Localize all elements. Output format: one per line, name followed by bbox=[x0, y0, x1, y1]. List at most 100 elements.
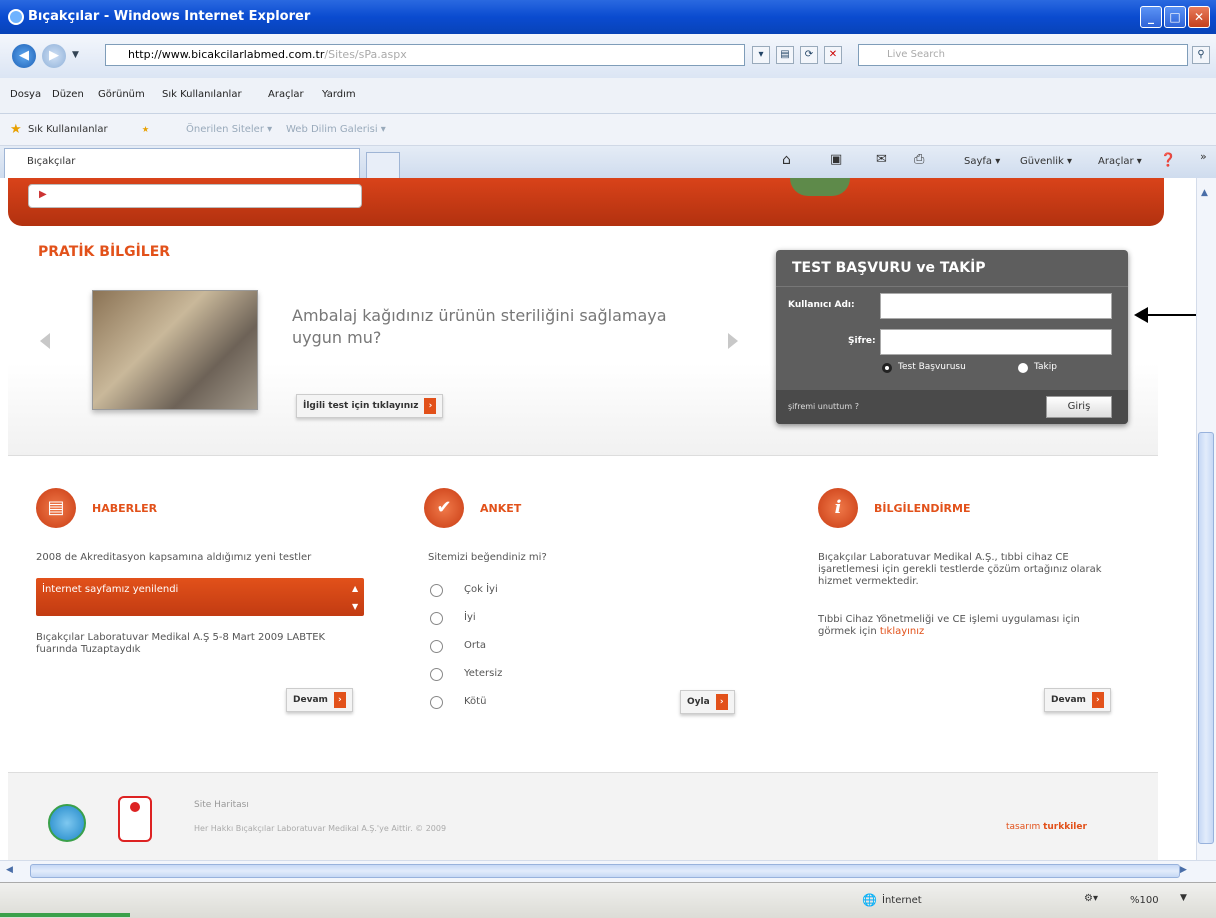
url-rest: /Sites/sPa.aspx bbox=[324, 48, 407, 61]
tools-menu[interactable]: Araçlar ▾ bbox=[1098, 156, 1142, 167]
title-bar: Bıçakçılar - Windows Internet Explorer _… bbox=[0, 0, 1216, 34]
help-icon[interactable]: ❓ bbox=[1160, 153, 1176, 168]
home-icon[interactable]: ⌂ bbox=[782, 152, 791, 168]
scroll-right-arrow-icon[interactable]: ▶ bbox=[1180, 865, 1187, 875]
chevron-more-icon[interactable]: » bbox=[1200, 150, 1207, 163]
menu-dosya[interactable]: Dosya bbox=[10, 89, 41, 100]
play-icon[interactable]: ▶ bbox=[39, 189, 47, 200]
zoom-level[interactable]: %100 bbox=[1130, 895, 1159, 906]
radio-orta[interactable] bbox=[430, 640, 443, 653]
tab-bicakcilar[interactable]: Bıçakçılar bbox=[4, 148, 360, 178]
username-input[interactable] bbox=[880, 293, 1112, 319]
radio-test-basvurusu[interactable] bbox=[882, 363, 892, 373]
window-title: Bıçakçılar - Windows Internet Explorer bbox=[28, 9, 311, 24]
feeds-icon[interactable]: ▣ bbox=[830, 152, 842, 167]
password-input[interactable] bbox=[880, 329, 1112, 355]
page-menu[interactable]: Sayfa ▾ bbox=[964, 156, 1000, 167]
bilgi-title: BİLGİLENDİRME bbox=[874, 502, 971, 515]
devam-label: Devam bbox=[1051, 695, 1086, 705]
stop-icon[interactable]: ✕ bbox=[824, 46, 842, 64]
menu-araclar[interactable]: Araçlar bbox=[268, 89, 304, 100]
address-input[interactable]: http://www.bicakcilarlabmed.com.tr/Sites… bbox=[105, 44, 745, 66]
pratik-text: Ambalaj kağıdınız ürünün steriliğini sağ… bbox=[292, 306, 667, 347]
scroll-up-arrow-icon[interactable]: ▲ bbox=[1201, 188, 1208, 198]
brand-a: tasarım bbox=[1006, 822, 1041, 832]
oyla-button[interactable]: Oyla › bbox=[680, 690, 735, 714]
scroll-up-icon[interactable]: ▲ bbox=[352, 584, 358, 593]
haberler-title: HABERLER bbox=[92, 502, 158, 515]
new-tab-button[interactable] bbox=[366, 152, 400, 178]
related-test-button[interactable]: İlgili test için tıklayınız › bbox=[296, 394, 444, 418]
security-menu[interactable]: Güvenlik ▾ bbox=[1020, 156, 1072, 167]
login-title: TEST BAŞVURU ve TAKİP bbox=[792, 260, 986, 276]
mail-icon[interactable]: ✉ bbox=[876, 152, 887, 167]
print-icon[interactable]: ⎙ bbox=[914, 152, 924, 167]
divider bbox=[776, 286, 1128, 287]
star-icon: ★ bbox=[10, 122, 22, 137]
haberler-highlight-box[interactable]: İnternet sayfamız yenilendi ▲ ▼ bbox=[36, 578, 364, 616]
haberler-devam-button[interactable]: Devam › bbox=[286, 688, 353, 712]
info-photo bbox=[92, 290, 258, 410]
bilgi-link[interactable]: tıklayınız bbox=[880, 626, 924, 637]
radio-takip-label: Takip bbox=[1034, 362, 1057, 372]
radio-iyi[interactable] bbox=[430, 612, 443, 625]
search-input[interactable]: Live Search bbox=[858, 44, 1188, 66]
menu-gorunum[interactable]: Görünüm bbox=[98, 89, 145, 100]
compat-view-icon[interactable]: ▤ bbox=[776, 46, 794, 64]
menu-bar: Dosya Düzen Görünüm Sık Kullanılanlar Ar… bbox=[0, 78, 1216, 114]
oyla-label: Oyla bbox=[687, 697, 710, 707]
globe-icon bbox=[48, 804, 86, 842]
radio-yetersiz[interactable] bbox=[430, 668, 443, 681]
forward-button[interactable]: ▶ bbox=[42, 44, 66, 68]
maximize-button[interactable]: □ bbox=[1164, 6, 1186, 28]
option-cok-iyi: Çok İyi bbox=[464, 584, 498, 595]
next-arrow-icon[interactable] bbox=[728, 333, 738, 349]
address-dropdown-icon[interactable]: ▾ bbox=[752, 46, 770, 64]
menu-duzen[interactable]: Düzen bbox=[52, 89, 84, 100]
bilgi-p1: Bıçakçılar Laboratuvar Medikal A.Ş., tıb… bbox=[818, 552, 1102, 587]
scroll-left-arrow-icon[interactable]: ◀ bbox=[6, 865, 13, 875]
globe-zone-icon: 🌐 bbox=[862, 893, 877, 907]
history-dropdown-icon[interactable]: ▼ bbox=[72, 50, 79, 60]
radio-takip[interactable] bbox=[1018, 363, 1028, 373]
forgot-password-link[interactable]: şifremi unuttum ? bbox=[788, 402, 859, 411]
vertical-scroll-thumb[interactable] bbox=[1198, 432, 1214, 844]
refresh-icon[interactable]: ⟳ bbox=[800, 46, 818, 64]
media-slider[interactable]: ▶ bbox=[28, 184, 362, 208]
search-icon[interactable]: ⚲ bbox=[1192, 46, 1210, 64]
menu-yardim[interactable]: Yardım bbox=[322, 89, 356, 100]
radio-cok-iyi[interactable] bbox=[430, 584, 443, 597]
minimize-button[interactable]: _ bbox=[1140, 6, 1162, 28]
scroll-down-icon[interactable]: ▼ bbox=[352, 602, 358, 611]
close-button[interactable]: ✕ bbox=[1188, 6, 1210, 28]
logo-fragment bbox=[790, 178, 850, 196]
login-submit-button[interactable]: Giriş bbox=[1046, 396, 1112, 418]
bilgi-devam-button[interactable]: Devam › bbox=[1044, 688, 1111, 712]
suggested-sites-link[interactable]: Önerilen Siteler ▾ bbox=[186, 124, 272, 135]
prev-arrow-icon[interactable] bbox=[40, 333, 50, 349]
sitemap-link[interactable]: Site Haritası bbox=[194, 800, 249, 810]
bilgi-p2: Tıbbi Cihaz Yönetmeliği ve CE işlemi uyg… bbox=[818, 614, 1118, 638]
url-main: http://www.bicakcilarlabmed.com.tr bbox=[128, 48, 325, 61]
arrow-icon: › bbox=[715, 693, 728, 710]
protected-mode-icon[interactable]: ⚙▾ bbox=[1084, 893, 1098, 904]
zoom-dropdown-icon[interactable]: ▼ bbox=[1180, 893, 1187, 903]
add-favorite-icon[interactable]: ⭑ bbox=[142, 122, 149, 137]
related-test-label: İlgili test için tıklayınız bbox=[303, 401, 419, 411]
menu-sik-kullanilanlar[interactable]: Sık Kullanılanlar bbox=[162, 89, 242, 100]
web-slice-gallery-link[interactable]: Web Dilim Galerisi ▾ bbox=[286, 124, 386, 135]
login-box: TEST BAŞVURU ve TAKİP Kullanıcı Adı: Şif… bbox=[776, 250, 1128, 424]
favorites-button[interactable]: Sık Kullanılanlar bbox=[28, 124, 108, 135]
haberler-item2[interactable]: Bıçakçılar Laboratuvar Medikal A.Ş 5-8 M… bbox=[36, 632, 366, 656]
tab-bar: Bıçakçılar ⌂ ▣ ✉ ⎙ Sayfa ▾ Güvenlik ▾ Ar… bbox=[0, 146, 1216, 178]
design-credit[interactable]: tasarım turkkiler bbox=[1006, 822, 1087, 832]
zone-label[interactable]: İnternet bbox=[882, 895, 922, 906]
radio-kotu[interactable] bbox=[430, 696, 443, 709]
check-icon: ✔ bbox=[424, 488, 464, 528]
haberler-item1[interactable]: 2008 de Akreditasyon kapsamına aldığımız… bbox=[36, 552, 311, 564]
option-iyi: İyi bbox=[464, 612, 476, 623]
back-button[interactable]: ◀ bbox=[12, 44, 36, 68]
ie-icon bbox=[8, 9, 24, 25]
horizontal-scroll-thumb[interactable] bbox=[30, 864, 1180, 878]
arrow-icon: › bbox=[333, 691, 346, 708]
